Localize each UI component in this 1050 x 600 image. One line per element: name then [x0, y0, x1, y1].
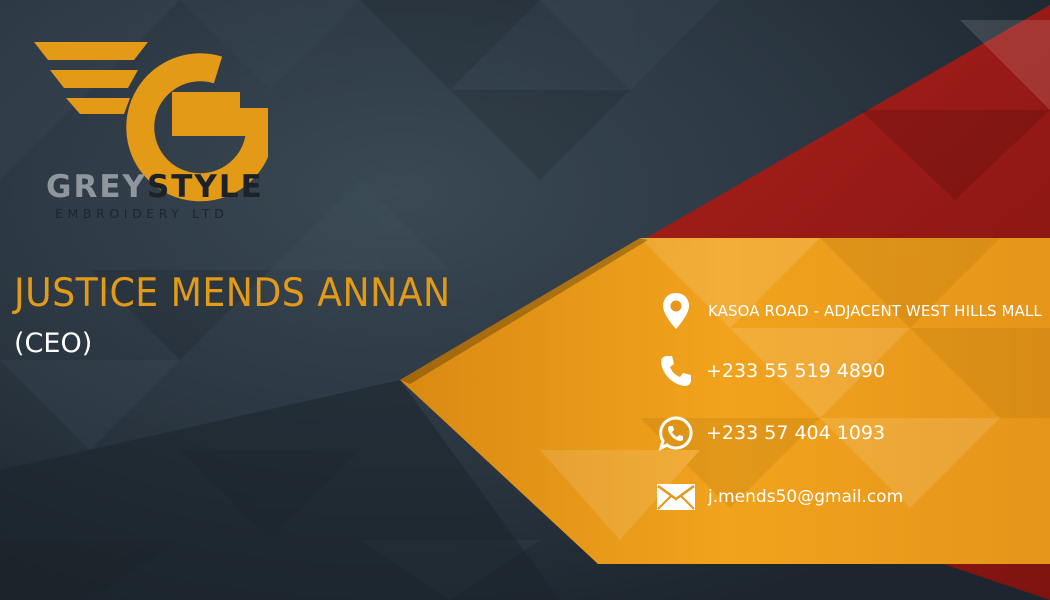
whatsapp-icon — [656, 413, 696, 453]
phone-icon — [656, 351, 696, 391]
location-pin-icon — [656, 291, 696, 331]
contact-whatsapp: +233 57 404 1093 — [656, 413, 885, 453]
email-icon — [656, 477, 696, 517]
email-text[interactable]: j.mends50@gmail.com — [708, 487, 903, 507]
company-name-part1: GREY — [46, 169, 147, 205]
phone-text: +233 55 519 4890 — [706, 360, 886, 382]
company-name: GREYSTYLE — [46, 170, 264, 204]
contact-address: KASOA ROAD - ADJACENT WEST HILLS MALL — [656, 291, 1042, 331]
person-title: (CEO) — [14, 328, 93, 359]
company-tagline: EMBROIDERY LTD — [55, 206, 229, 221]
contact-phone: +233 55 519 4890 — [656, 351, 885, 391]
contact-email: j.mends50@gmail.com — [656, 477, 903, 517]
whatsapp-text: +233 57 404 1093 — [706, 422, 886, 444]
business-card: GREYSTYLE EMBROIDERY LTD JUSTICE MENDS A… — [0, 0, 1050, 600]
company-name-part2: STYLE — [146, 169, 264, 205]
person-name: JUSTICE MENDS ANNAN — [14, 271, 451, 316]
address-text: KASOA ROAD - ADJACENT WEST HILLS MALL — [708, 302, 1042, 320]
